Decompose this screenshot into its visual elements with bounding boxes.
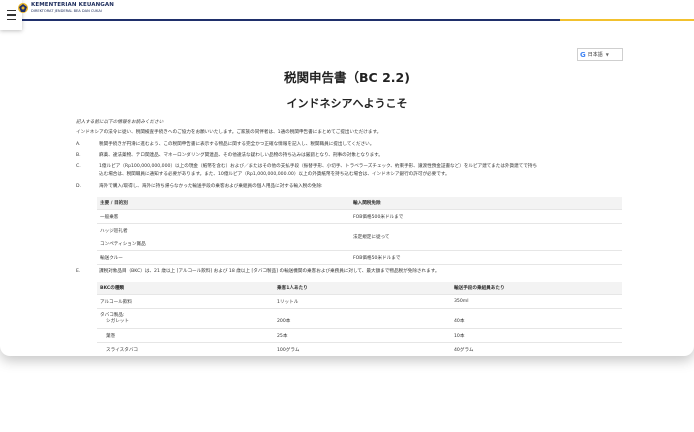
google-g-icon: G: [580, 50, 586, 59]
table-header: BKCの種類: [97, 282, 274, 295]
table-cell: 法定規定に従って: [350, 223, 622, 251]
table-cell: 1リットル: [274, 294, 451, 309]
table-header: 主要 / 目的別: [97, 197, 350, 210]
item-text-line: 込む場合は、税関職員に通知する必要があります。また、10億ルピア（Rp1,000…: [99, 172, 450, 177]
ministry-name: KEMENTERIAN KEUANGAN: [31, 2, 114, 8]
item-text-line: 1億ルピア（Rp100,000,000,000）以上の現金（紙幣を含む）および／…: [99, 164, 538, 169]
item-text: 麻薬、違法薬物、テロ関連品、マネーロンダリング関連品、その他違法な疑わしい品物の…: [99, 153, 383, 158]
table-cell: FOB価格50米ドルまで: [350, 250, 622, 265]
directorate-name: DIREKTORAT JENDERAL BEA DAN CUKAI: [31, 9, 102, 13]
item-letter: B.: [76, 153, 81, 158]
table-cell: 葉巻: [97, 328, 274, 343]
garuda-emblem-icon: [18, 3, 28, 13]
table-header: 輸入関税免除: [350, 197, 622, 210]
language-label: 日本語: [587, 52, 603, 58]
table-cell: スライスタバコ: [97, 342, 274, 356]
item-letter: E.: [76, 269, 81, 274]
item-text: 税関手続きが円滑に進むよう、この税関申告書に表示する物品に関する完全かつ正確な情…: [99, 142, 375, 147]
intro-text: インドネシアの法令に従い、税関検査手続きへのご協力をお願いいたします。ご家族の同…: [76, 130, 382, 135]
language-selector[interactable]: G 日本語 ▼: [577, 48, 623, 61]
intro-note: 記入する前に以下の情報をお読みください: [76, 120, 164, 125]
item-letter: C.: [76, 164, 81, 169]
table-cell: コンペティション賞品: [97, 237, 350, 251]
table-cell: 40グラム: [451, 342, 622, 356]
item-text: 課税対象品目（BKC）は、21 歳以上 [アルコール飲料] および 18 歳以上…: [99, 269, 440, 274]
table-cell: タバコ製品:: [100, 313, 125, 318]
table-header: 乗客1人あたり: [274, 282, 451, 295]
browser-page: KEMENTERIAN KEUANGAN DIREKTORAT JENDERAL…: [0, 0, 694, 356]
table-cell: [274, 309, 451, 319]
excise-table: BKCの種類 乗客1人あたり 輸送手段の乗組員あたり アルコール飲料 1リットル…: [97, 282, 622, 356]
table-cell: 100グラム: [274, 342, 451, 356]
table-cell: FOB価格500米ドルまで: [350, 209, 622, 224]
table-cell: 350ml: [451, 294, 622, 309]
table-cell: シガレット: [97, 318, 274, 329]
gold-stripe: [560, 19, 694, 21]
table-cell: 40本: [451, 318, 622, 329]
table-cell: 10本: [451, 328, 622, 343]
table-header: 輸送手段の乗組員あたり: [451, 282, 622, 295]
import-duty-table: 主要 / 目的別 輸入関税免除 一般乗客 FOB価格500米ドルまで ハッジ巡礼…: [97, 197, 622, 265]
table-cell: 200本: [274, 318, 451, 329]
table-cell: アルコール飲料: [97, 294, 274, 309]
item-letter: A.: [76, 142, 81, 147]
table-cell: [451, 309, 622, 319]
table-cell: 一般乗客: [97, 209, 350, 224]
top-header: KEMENTERIAN KEUANGAN DIREKTORAT JENDERAL…: [0, 0, 694, 30]
item-letter: D.: [76, 184, 81, 189]
table-cell: 輸送クルー: [97, 250, 350, 265]
table-cell: ハッジ巡礼者: [100, 228, 128, 234]
chevron-down-icon: ▼: [605, 52, 609, 57]
navy-stripe: [22, 19, 560, 21]
item-text: 海外で購入/取得し、海外に持ち帰らなかった輸送手段の乗客および乗組員の個人用品に…: [99, 184, 323, 189]
page-title: 税関申告書（BC 2.2): [284, 70, 410, 85]
table-cell: 25本: [274, 328, 451, 343]
page-subtitle: インドネシアへようこそ: [286, 97, 408, 110]
